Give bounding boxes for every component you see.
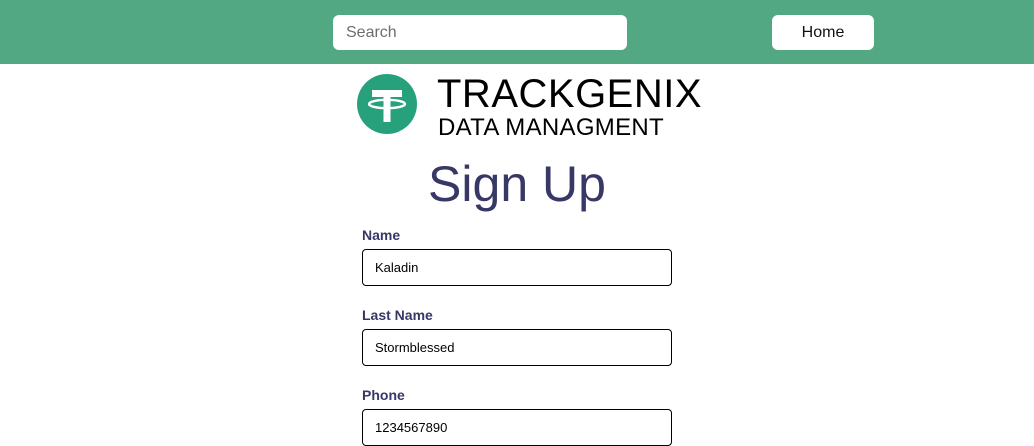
top-navbar: Home [0, 0, 1034, 64]
name-label: Name [362, 227, 401, 243]
brand-subtitle: DATA MANAGMENT [438, 114, 664, 141]
search-input[interactable] [333, 15, 627, 50]
last-name-label: Last Name [362, 307, 433, 323]
page-title: Sign Up [428, 156, 606, 212]
brand-name: TRACKGENIX [437, 72, 703, 116]
name-field[interactable] [362, 249, 672, 286]
tether-t-logo-icon [357, 74, 417, 134]
last-name-field[interactable] [362, 329, 672, 366]
phone-label: Phone [362, 387, 405, 403]
home-button[interactable]: Home [772, 15, 874, 50]
